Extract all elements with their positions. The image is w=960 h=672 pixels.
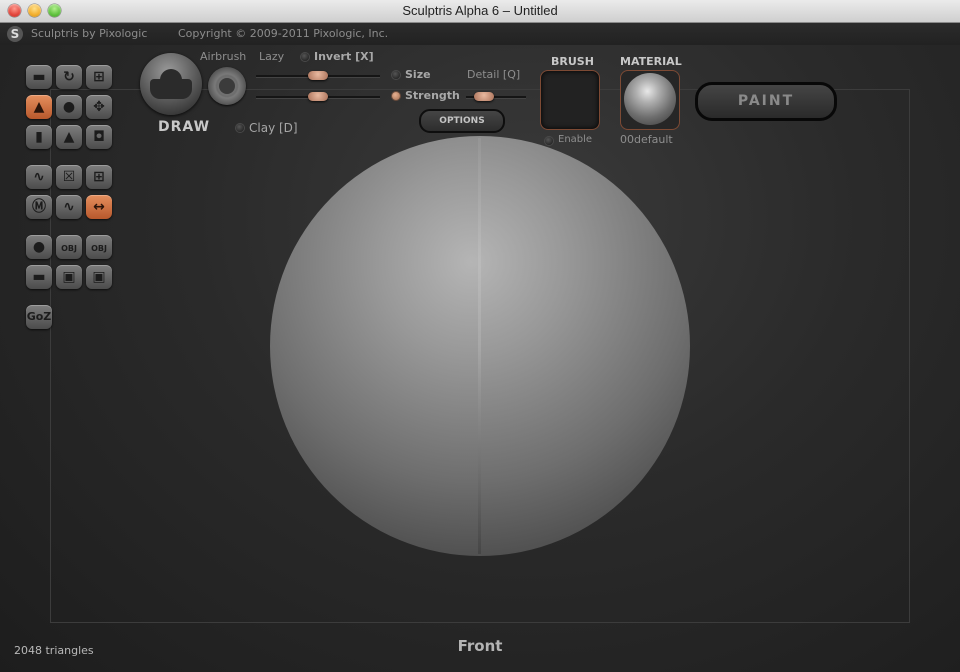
import-obj-label: OBJ (61, 244, 77, 253)
lazy-label: Lazy (259, 50, 285, 63)
app-header: S Sculptris by Pixologic Copyright © 200… (0, 23, 960, 45)
strength-slider-knob[interactable] (308, 92, 328, 101)
flatten-tool-icon[interactable]: ▬ (26, 65, 52, 89)
invert-label: Invert [X] (314, 50, 374, 63)
copyright-text: Copyright © 2009-2011 Pixologic, Inc. (178, 27, 389, 40)
strength-label: Strength (405, 89, 460, 102)
goz-button[interactable]: GoZ (26, 305, 52, 329)
symmetry-seam (478, 138, 481, 554)
strength-toggle[interactable] (392, 92, 400, 100)
flip-icon[interactable]: ↔ (86, 195, 112, 219)
view-name: Front (457, 637, 503, 655)
brush-title: BRUSH (551, 55, 594, 68)
draw-tool-icon[interactable]: ▲ (26, 95, 52, 119)
window-title: Sculptris Alpha 6 – Untitled (402, 3, 558, 18)
size-slider-knob[interactable] (308, 71, 328, 80)
paint-button[interactable]: PAINT (695, 82, 837, 121)
draw-label: DRAW (158, 119, 211, 135)
export-obj-label: OBJ (91, 244, 107, 253)
crease-tool-icon[interactable]: ▲ (56, 125, 82, 149)
options-button[interactable]: OPTIONS (419, 109, 505, 133)
inflate-tool-icon[interactable]: ● (56, 95, 82, 119)
material-title: MATERIAL (620, 55, 682, 68)
crop-tool-icon[interactable]: ⊞ (86, 65, 112, 89)
detail-label: Detail [Q] (467, 68, 521, 81)
material-preview-icon (624, 73, 676, 125)
import-obj-icon[interactable]: OBJ (56, 235, 82, 259)
export-obj-icon[interactable]: OBJ (86, 235, 112, 259)
airbrush-toggle-icon[interactable] (208, 67, 246, 105)
material-slot[interactable] (620, 70, 680, 130)
brush-enable-label: Enable (558, 134, 593, 145)
symmetry-icon[interactable]: ∿ (26, 165, 52, 189)
airbrush-label: Airbrush (200, 50, 247, 63)
new-sphere-icon[interactable]: ● (26, 235, 52, 259)
grid-icon[interactable]: ⊞ (86, 165, 112, 189)
pinch-tool-icon[interactable]: ▮ (26, 125, 52, 149)
wave-icon[interactable]: ∿ (56, 195, 82, 219)
rotate-tool-icon[interactable]: ↻ (56, 65, 82, 89)
sculptris-logo-icon: S (7, 26, 23, 42)
window-titlebar: Sculptris Alpha 6 – Untitled (0, 0, 960, 23)
size-toggle[interactable] (392, 71, 400, 79)
detail-slider-knob[interactable] (474, 92, 494, 101)
sculpt-mesh-sphere[interactable] (270, 136, 690, 556)
app-area: S Sculptris by Pixologic Copyright © 200… (0, 23, 960, 672)
smooth-tool-icon[interactable]: ◘ (86, 125, 112, 149)
clay-toggle[interactable] (236, 124, 244, 132)
size-label: Size (405, 68, 431, 81)
draw-brush-icon[interactable] (140, 53, 202, 115)
material-m-icon[interactable]: Ⓜ (26, 195, 52, 219)
wireframe-icon[interactable]: ☒ (56, 165, 82, 189)
brush-enable-toggle[interactable] (545, 137, 553, 145)
brush-alpha-slot[interactable] (540, 70, 600, 130)
plane-icon[interactable]: ▬ (26, 265, 52, 289)
invert-toggle[interactable] (301, 53, 309, 61)
save-icon[interactable]: ▣ (56, 265, 82, 289)
app-name: Sculptris by Pixologic (31, 27, 148, 40)
save-as-icon[interactable]: ▣ (86, 265, 112, 289)
grab-tool-icon[interactable]: ✥ (86, 95, 112, 119)
material-name: 00default (620, 133, 673, 146)
clay-label: Clay [D] (249, 121, 298, 135)
